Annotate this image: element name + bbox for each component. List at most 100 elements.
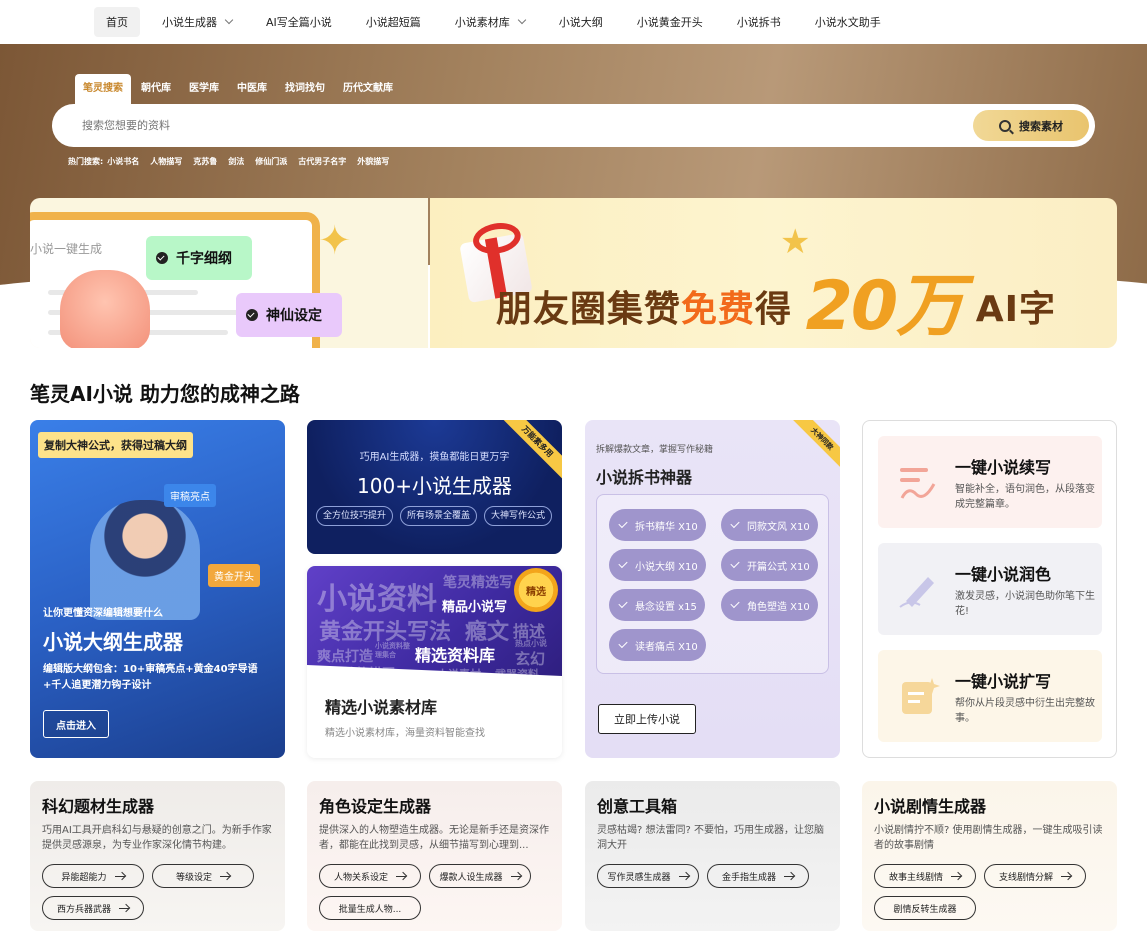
arrow-right-icon bbox=[114, 875, 125, 877]
promo-amount: 20万 bbox=[805, 267, 965, 346]
link-label: 爆款人设生成器 bbox=[439, 872, 503, 883]
hot-term[interactable]: 外貌描写 bbox=[357, 156, 389, 167]
generator-link[interactable]: 等级设定 bbox=[152, 864, 254, 888]
nav-item-breakdown[interactable]: 小说拆书 bbox=[725, 7, 793, 37]
tool-polish[interactable]: 一键小说润色 激发灵感，小说润色助你笔下生花! bbox=[878, 543, 1102, 635]
tab-bilingsearch[interactable]: 笔灵搜索 bbox=[75, 74, 131, 104]
hot-term[interactable]: 修仙门派 bbox=[255, 156, 287, 167]
pill-label: 拆书精华 X10 bbox=[635, 521, 698, 533]
nav-label: 小说超短篇 bbox=[365, 16, 421, 29]
generator-link[interactable]: 批量生成人物... bbox=[319, 896, 421, 920]
nav-item-generators[interactable]: 小说生成器 bbox=[150, 7, 244, 37]
card-book-breakdown[interactable]: 大神同款 拆解爆款文章，掌握写作秘籍 小说拆书神器 拆书精华 X10 同款文风 … bbox=[585, 420, 840, 758]
nav-item-home[interactable]: 首页 bbox=[94, 7, 140, 37]
sparkle-icon: ✦ bbox=[318, 218, 352, 264]
feature-pill: 大神写作公式 bbox=[484, 506, 553, 526]
generator-link[interactable]: 支线剧情分解 bbox=[984, 864, 1086, 888]
hot-term[interactable]: 人物描写 bbox=[150, 156, 182, 167]
generator-link[interactable]: 金手指生成器 bbox=[707, 864, 809, 888]
tool-desc: 智能补全，语句润色，从段落变成完整篇章。 bbox=[955, 484, 1095, 510]
tab-medical[interactable]: 医学库 bbox=[181, 74, 227, 104]
card-title: 小说大纲生成器 bbox=[43, 630, 183, 654]
pill-label: 开篇公式 X10 bbox=[747, 561, 810, 573]
generator-link[interactable]: 剧情反转生成器 bbox=[874, 896, 976, 920]
generator-link[interactable]: 人物关系设定 bbox=[319, 864, 421, 888]
hot-term[interactable]: 古代男子名字 bbox=[298, 156, 346, 167]
generator-link[interactable]: 异能超能力 bbox=[42, 864, 144, 888]
featured-medal: 精选 bbox=[514, 568, 558, 612]
card-title: 角色设定生成器 bbox=[319, 797, 432, 816]
nav-item-materials[interactable]: 小说素材库 bbox=[443, 7, 537, 37]
generator-link[interactable]: 西方兵器武器 bbox=[42, 896, 144, 920]
writer-illustration bbox=[90, 500, 200, 620]
collage-word: 武器资料 bbox=[495, 668, 539, 681]
banner-tag-setting: 神仙设定 bbox=[236, 293, 342, 337]
nav-item-golden-opening[interactable]: 小说黄金开头 bbox=[625, 7, 715, 37]
clap-hand-icon bbox=[60, 270, 150, 348]
nav-label: 首页 bbox=[106, 16, 128, 29]
collage-word: 小说资料整理集合 bbox=[375, 642, 410, 659]
generator-link[interactable]: 写作灵感生成器 bbox=[597, 864, 699, 888]
tab-tcm[interactable]: 中医库 bbox=[229, 74, 275, 104]
hot-label: 热门搜索: bbox=[68, 157, 104, 166]
card-tag: 黄金开头 bbox=[208, 564, 260, 587]
search-button[interactable]: 搜索素材 bbox=[973, 110, 1089, 141]
tool-desc: 激发灵感，小说润色助你笔下生花! bbox=[955, 591, 1095, 617]
check-icon bbox=[618, 598, 628, 609]
chevron-down-icon bbox=[224, 15, 234, 25]
arrow-right-icon bbox=[951, 875, 961, 877]
tool-title: 一键小说扩写 bbox=[955, 672, 1052, 691]
tool-title: 一键小说续写 bbox=[955, 458, 1052, 477]
card-material-library[interactable]: 小说资料 笔灵精选写 精品小说写 黄金开头写法 瘾文 描述 爽点打造 小说资料整… bbox=[307, 566, 562, 758]
continue-writing-icon bbox=[894, 458, 942, 506]
link-label: 剧情反转生成器 bbox=[893, 904, 957, 915]
nav-label: AI写全篇小说 bbox=[266, 16, 332, 29]
upload-novel-button[interactable]: 立即上传小说 bbox=[598, 704, 696, 734]
card-plot-generator[interactable]: 小说剧情生成器 小说剧情拧不顺? 使用剧情生成器，一键生成吸引读者的故事剧情 故… bbox=[862, 781, 1117, 931]
nav-item-ai-full-novel[interactable]: AI写全篇小说 bbox=[254, 7, 344, 37]
hot-term[interactable]: 克苏鲁 bbox=[193, 156, 217, 167]
arrow-right-icon bbox=[1061, 875, 1071, 877]
feature-pills: 全方位技巧提升 所有场景全覆盖 大神写作公式 bbox=[316, 506, 559, 526]
enter-button[interactable]: 点击进入 bbox=[43, 710, 109, 738]
check-icon bbox=[730, 558, 740, 569]
link-label: 批量生成人物... bbox=[338, 904, 402, 915]
check-icon bbox=[618, 638, 628, 649]
expand-doc-icon bbox=[894, 672, 942, 720]
hot-term[interactable]: 剑法 bbox=[228, 156, 244, 167]
collage-word: 笔灵精选写 bbox=[443, 575, 513, 591]
generator-link[interactable]: 故事主线剧情 bbox=[874, 864, 976, 888]
nav-item-filler-assistant[interactable]: 小说水文助手 bbox=[803, 7, 893, 37]
nav-item-short-story[interactable]: 小说超短篇 bbox=[354, 7, 433, 37]
link-label: 等级设定 bbox=[175, 872, 212, 883]
card-character-generator[interactable]: 角色设定生成器 提供深入的人物塑造生成器。无论是新手还是资深作者，都能在此找到灵… bbox=[307, 781, 562, 931]
card-creative-toolbox[interactable]: 创意工具箱 灵感枯竭? 想法雷同? 不要怕，巧用生成器，让您脑洞大开 写作灵感生… bbox=[585, 781, 840, 931]
card-outline-generator[interactable]: 复制大神公式，获得过稿大纲 审稿亮点 黄金开头 让你更懂资深编辑想要什么 小说大… bbox=[30, 420, 285, 758]
collage-word: 小说资料 bbox=[317, 582, 437, 617]
arrow-right-icon bbox=[220, 875, 230, 877]
tab-literature[interactable]: 历代文献库 bbox=[335, 74, 401, 104]
generator-link[interactable]: 爆款人设生成器 bbox=[429, 864, 531, 888]
tool-title: 一键小说润色 bbox=[955, 565, 1052, 584]
polish-pen-icon bbox=[894, 565, 942, 613]
nav-item-outline[interactable]: 小说大纲 bbox=[547, 7, 615, 37]
card-scifi-generator[interactable]: 科幻题材生成器 巧用AI工具开启科幻与悬疑的创意之门。为新手作家提供灵感源泉，为… bbox=[30, 781, 285, 931]
tool-expand[interactable]: 一键小说扩写 帮你从片段灵感中衍生出完整故事。 bbox=[878, 650, 1102, 742]
check-icon bbox=[730, 518, 740, 529]
promo-part: 得 bbox=[755, 289, 793, 330]
card-title: 小说拆书神器 bbox=[596, 468, 693, 487]
tool-continue-writing[interactable]: 一键小说续写 智能补全，语句润色，从段落变成完整篇章。 bbox=[878, 436, 1102, 528]
nav-label: 小说黄金开头 bbox=[636, 16, 703, 29]
banner-free-credits-promo[interactable]: ★ 朋友圈集赞免费得 20万 AI字 bbox=[430, 198, 1117, 348]
search-input[interactable] bbox=[82, 119, 1095, 132]
section-title: 笔灵AI小说 助力您的成神之路 bbox=[30, 382, 300, 406]
feature-pill: 读者痛点 X10 bbox=[609, 629, 706, 661]
link-label: 人物关系设定 bbox=[333, 872, 388, 883]
arrow-right-icon bbox=[784, 875, 794, 877]
check-icon bbox=[246, 309, 258, 321]
card-100-generators[interactable]: 万能素多用 巧用AI生成器，摸鱼都能日更万字 100+小说生成器 全方位技巧提升… bbox=[307, 420, 562, 554]
tab-dynasty[interactable]: 朝代库 bbox=[133, 74, 179, 104]
collage-word: 精品小说写 bbox=[442, 600, 508, 615]
hot-term[interactable]: 小说书名 bbox=[107, 156, 139, 167]
tab-words[interactable]: 找词找句 bbox=[277, 74, 333, 104]
